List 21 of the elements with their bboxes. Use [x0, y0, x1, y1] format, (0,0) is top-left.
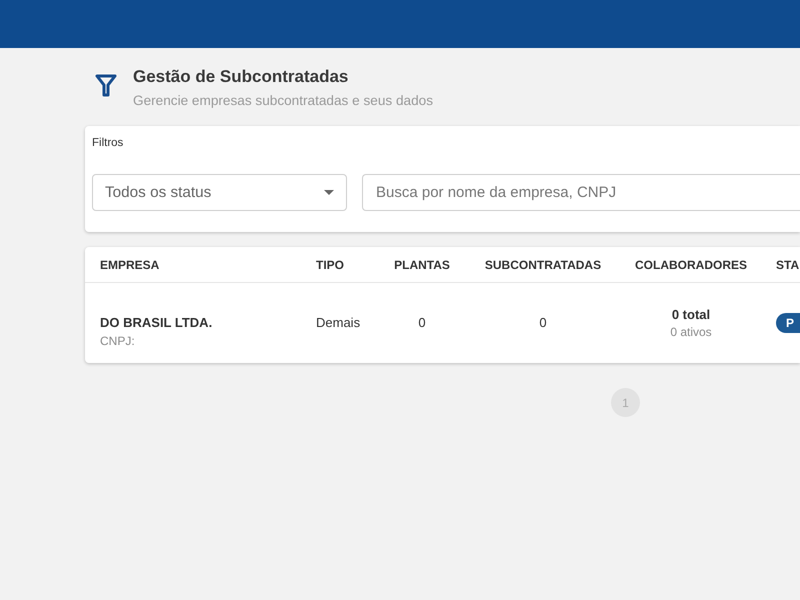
table-cell: 0 — [539, 315, 547, 331]
cnpj-label: CNPJ: — [100, 334, 135, 348]
collaborators-active: 0 ativos — [670, 324, 712, 340]
filter-icon — [95, 74, 117, 97]
status-badge: P — [776, 313, 800, 333]
column-header: EMPRESA — [100, 258, 160, 272]
filters-title: Filtros — [92, 136, 124, 150]
column-header: COLABORADORES — [634, 258, 747, 272]
page-subtitle: Gerencie empresas subcontratadas e seus dados — [133, 93, 433, 109]
column-header: STA — [776, 258, 800, 272]
search-field[interactable]: Busca por nome da empresa, CNPJ — [362, 174, 800, 211]
table-cell: Demais — [316, 315, 360, 331]
column-header: TIPO — [316, 258, 344, 272]
company-name: DO BRASIL LTDA. — [100, 314, 212, 330]
column-header: PLANTAS — [394, 258, 450, 272]
column-header: SUBCONTRATADAS — [484, 258, 602, 272]
caret-icon — [324, 190, 334, 195]
status-select[interactable]: Todos os status — [92, 174, 347, 211]
page-title: Gestão de Subcontratadas — [133, 67, 348, 86]
table-cell: 0 — [418, 315, 426, 331]
collaborators-total: 0 total — [672, 306, 710, 322]
